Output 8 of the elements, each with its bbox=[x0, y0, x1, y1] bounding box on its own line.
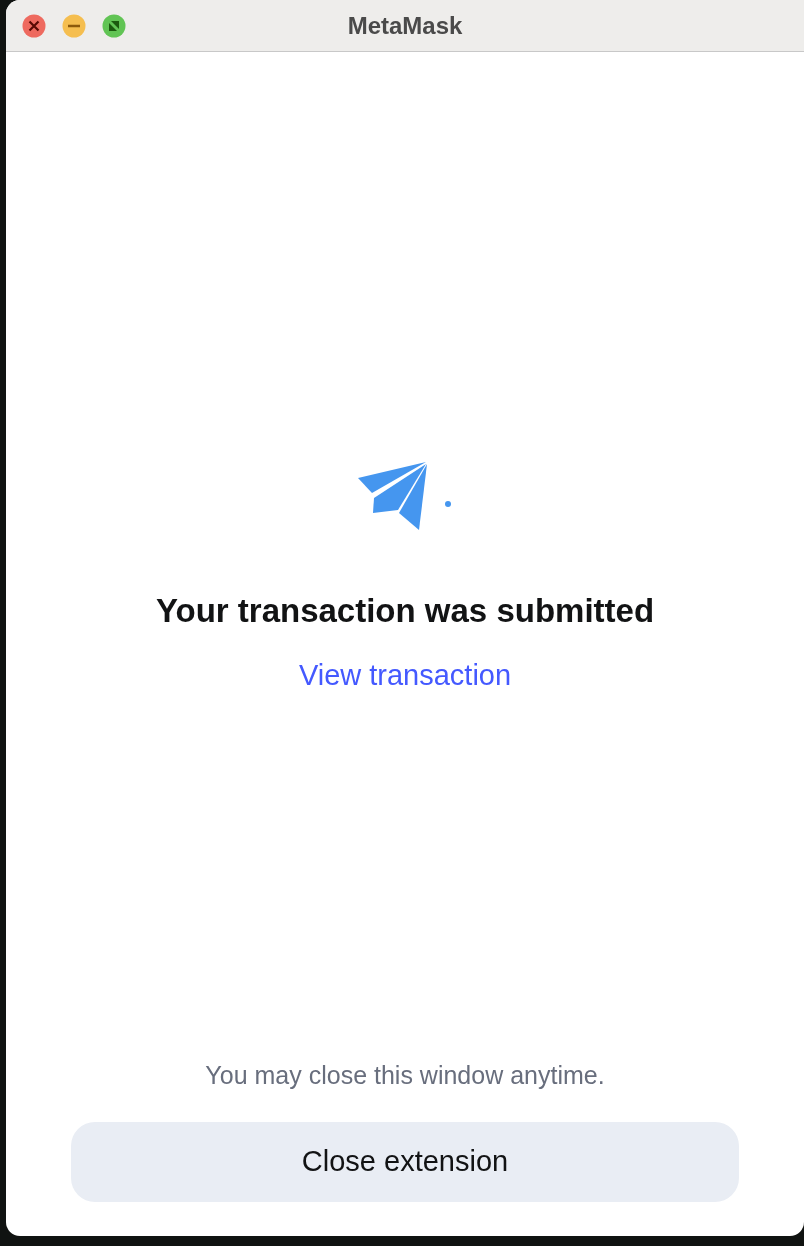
minimize-icon[interactable] bbox=[62, 13, 86, 38]
close-window-note: You may close this window anytime. bbox=[205, 1059, 605, 1091]
close-icon[interactable] bbox=[22, 13, 46, 38]
window-title: MetaMask bbox=[346, 10, 464, 41]
fullscreen-icon[interactable] bbox=[102, 13, 126, 38]
view-transaction-link[interactable]: View transaction bbox=[298, 653, 512, 697]
heading: Your transaction was submitted bbox=[155, 591, 655, 631]
close-extension-button[interactable]: Close extension bbox=[71, 1122, 739, 1202]
